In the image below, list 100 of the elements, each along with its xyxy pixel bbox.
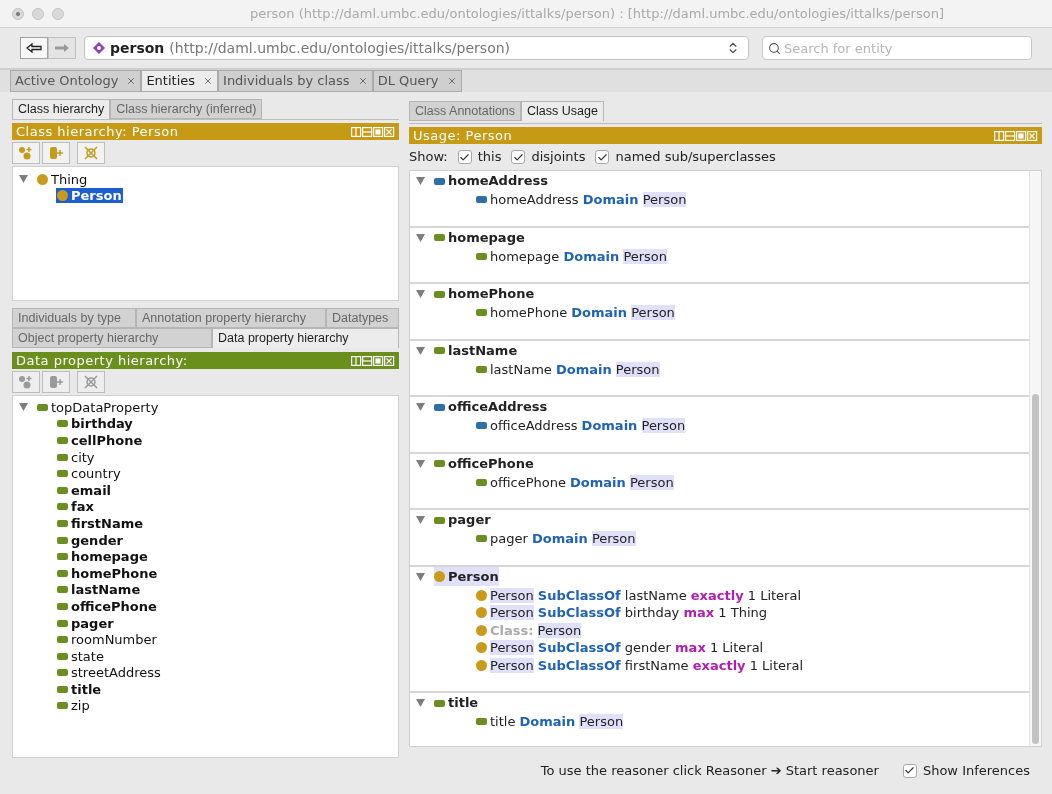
- checkbox-label: named sub/superclasses: [615, 148, 776, 167]
- usage-section-title[interactable]: officeAddress: [434, 397, 548, 417]
- data-property-icon: [434, 699, 445, 707]
- axiom-text[interactable]: officeAddress Domain Person: [490, 416, 686, 436]
- usage-section-title[interactable]: pager: [434, 510, 491, 530]
- tree-item[interactable]: officePhone: [56, 598, 158, 614]
- back-button[interactable]: [20, 37, 48, 59]
- tab[interactable]: Individuals by class: [218, 70, 373, 92]
- tab[interactable]: Entities: [141, 70, 219, 92]
- object-property-icon: [476, 422, 487, 430]
- data-property-icon: [57, 503, 68, 511]
- data-property-icon: [57, 669, 68, 677]
- tree-item[interactable]: topDataProperty: [36, 399, 160, 415]
- add-sibling-button[interactable]: [42, 142, 70, 164]
- class-icon: [434, 571, 445, 582]
- tab[interactable]: DL Query: [372, 70, 462, 92]
- tree-item[interactable]: state: [56, 648, 105, 664]
- usage-section-title[interactable]: homeAddress: [434, 171, 548, 191]
- class-icon: [37, 173, 48, 185]
- add-sibling-button[interactable]: [42, 371, 70, 393]
- tree-item[interactable]: Thing: [36, 171, 89, 187]
- axiom-text[interactable]: homepage Domain Person: [490, 246, 668, 266]
- tab[interactable]: Individuals by type: [12, 308, 136, 328]
- axiom-text[interactable]: homePhone Domain Person: [490, 303, 675, 323]
- tree-item[interactable]: lastName: [56, 582, 142, 598]
- tree-item[interactable]: email: [56, 482, 113, 498]
- panel-controls-icon[interactable]: [994, 130, 1038, 141]
- tab[interactable]: Active Ontology: [10, 70, 142, 92]
- tab[interactable]: Class Annotations: [409, 101, 522, 121]
- tree-item[interactable]: gender: [56, 532, 124, 548]
- tree-item[interactable]: Person: [56, 188, 123, 204]
- delete-button[interactable]: [77, 142, 105, 164]
- panel-controls-icon[interactable]: [351, 126, 395, 137]
- tree-item[interactable]: roomNumber: [56, 632, 158, 648]
- close-icon[interactable]: [126, 76, 137, 86]
- tree-item[interactable]: country: [56, 466, 122, 482]
- tree-item[interactable]: fax: [56, 499, 95, 515]
- tab[interactable]: Class hierarchy (inferred): [110, 99, 263, 119]
- tab[interactable]: Class Usage: [521, 101, 604, 121]
- disclosure-triangle-icon[interactable]: [416, 572, 425, 581]
- axiom-text[interactable]: Person SubClassOf birthday max 1 Thing: [490, 603, 767, 623]
- disclosure-triangle-icon[interactable]: [416, 290, 425, 298]
- axiom-text[interactable]: title Domain Person: [490, 712, 624, 732]
- panel-controls-icon[interactable]: [351, 355, 395, 366]
- close-icon[interactable]: [203, 76, 214, 86]
- disclosure-triangle-icon[interactable]: [19, 175, 28, 184]
- usage-section-title[interactable]: Person: [434, 566, 499, 587]
- axiom-text[interactable]: lastName Domain Person: [490, 359, 660, 379]
- checkbox[interactable]: [457, 150, 472, 164]
- disclosure-triangle-icon[interactable]: [416, 346, 425, 355]
- usage-section-title[interactable]: officePhone: [434, 453, 534, 474]
- disclosure-triangle-icon[interactable]: [416, 459, 425, 468]
- search-field[interactable]: Search for entity: [762, 36, 1032, 61]
- disclosure-triangle-icon[interactable]: [19, 403, 28, 412]
- close-icon[interactable]: [446, 76, 457, 86]
- axiom-text[interactable]: Person SubClassOf firstName exactly 1 Literal: [490, 655, 803, 675]
- axiom-text[interactable]: pager Domain Person: [490, 529, 636, 549]
- tab[interactable]: Class hierarchy: [12, 99, 111, 119]
- scrollbar[interactable]: [1029, 171, 1041, 746]
- tree-item[interactable]: cellPhone: [56, 433, 144, 448]
- tree-item[interactable]: pager: [56, 615, 115, 631]
- tree-item[interactable]: zip: [56, 698, 91, 714]
- close-icon[interactable]: [357, 76, 368, 86]
- tree-item[interactable]: homepage: [56, 549, 149, 565]
- checkbox[interactable]: [595, 150, 610, 164]
- data-property-icon: [57, 519, 68, 527]
- add-subclass-button[interactable]: [12, 142, 40, 164]
- disclosure-triangle-icon[interactable]: [416, 403, 425, 411]
- disclosure-triangle-icon[interactable]: [416, 699, 425, 707]
- tree-item[interactable]: homePhone: [56, 565, 159, 581]
- axiom-text[interactable]: Person SubClassOf lastName exactly 1 Literal: [490, 585, 802, 605]
- individual-diamond-icon: [93, 42, 105, 54]
- axiom-text[interactable]: Class: Person: [490, 620, 582, 640]
- tab[interactable]: Data property hierarchy: [212, 328, 399, 348]
- close-window-icon[interactable]: [12, 7, 24, 20]
- usage-section-title[interactable]: homePhone: [434, 284, 535, 304]
- object-property-icon: [476, 196, 487, 204]
- tree-item[interactable]: birthday: [56, 416, 134, 432]
- tree-item[interactable]: streetAddress: [56, 665, 162, 681]
- disclosure-triangle-icon[interactable]: [416, 233, 425, 242]
- tree-item[interactable]: firstName: [56, 515, 144, 531]
- tab[interactable]: Annotation property hierarchy: [136, 308, 326, 328]
- class-icon: [476, 624, 487, 636]
- tree-item[interactable]: city: [56, 449, 96, 465]
- axiom-text[interactable]: officePhone Domain Person: [490, 472, 674, 492]
- panel-title: Class hierarchy: Person: [16, 125, 179, 138]
- axiom-text[interactable]: homeAddress Domain Person: [490, 190, 687, 210]
- tab[interactable]: Object property hierarchy: [12, 328, 212, 348]
- tab[interactable]: Datatypes: [326, 308, 399, 328]
- axiom-text[interactable]: Person SubClassOf gender max 1 Literal: [490, 638, 764, 658]
- checkbox[interactable]: [511, 150, 526, 164]
- usage-section-title[interactable]: homepage: [434, 227, 525, 248]
- tree-item[interactable]: title: [56, 681, 103, 697]
- disclosure-triangle-icon[interactable]: [416, 516, 425, 524]
- checkbox[interactable]: [902, 763, 917, 778]
- usage-section-title[interactable]: title: [434, 693, 479, 713]
- entity-address-field[interactable]: person (http://daml.umbc.edu/ontologies/ittalks/person): [84, 36, 749, 60]
- disclosure-triangle-icon[interactable]: [416, 177, 425, 185]
- delete-button[interactable]: [77, 371, 105, 393]
- usage-section-title[interactable]: lastName: [434, 340, 518, 361]
